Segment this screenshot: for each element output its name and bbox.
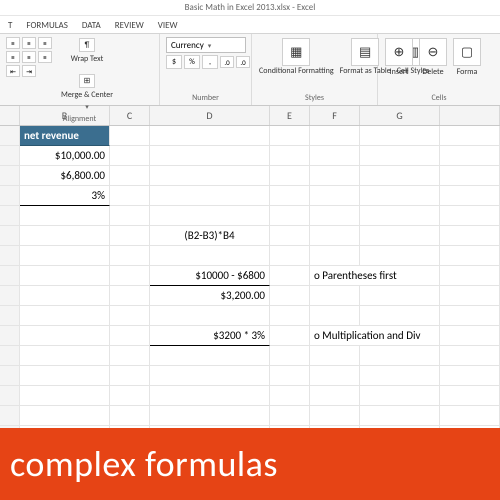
- tab-review[interactable]: REVIEW: [113, 18, 146, 33]
- insert-cells-icon: ⊕: [385, 38, 413, 66]
- cell-d11[interactable]: $3200 * 3%: [150, 326, 270, 346]
- align-middle-icon[interactable]: ≡: [22, 37, 36, 49]
- number-group-label: Number: [166, 93, 245, 103]
- ribbon-tabs: T FORMULAS DATA REVIEW VIEW: [0, 16, 500, 34]
- row-header[interactable]: [0, 266, 20, 286]
- decrease-indent-icon[interactable]: ⇤: [6, 65, 20, 77]
- styles-group-label: Styles: [258, 93, 371, 103]
- format-cells-button[interactable]: ▢ Forma: [452, 37, 482, 78]
- cell-c1[interactable]: [110, 126, 150, 146]
- row-header[interactable]: [0, 166, 20, 186]
- cells-group-label: Cells: [384, 93, 494, 103]
- chevron-down-icon: ▾: [208, 41, 212, 50]
- ribbon-group-styles: ▦ Conditional Formatting ▤ Format as Tab…: [252, 34, 378, 105]
- row-header[interactable]: [0, 206, 20, 226]
- cell-b2[interactable]: $10,000.00: [20, 146, 110, 166]
- insert-cells-button[interactable]: ⊕ Insert: [384, 37, 414, 78]
- row-header[interactable]: [0, 246, 20, 266]
- decrease-decimal-icon[interactable]: .0: [236, 56, 250, 68]
- tab-insert-fragment[interactable]: T: [6, 18, 14, 33]
- video-caption-text: complex formulas: [10, 442, 278, 486]
- currency-icon[interactable]: $: [166, 55, 182, 69]
- align-bottom-icon[interactable]: ≡: [38, 37, 52, 49]
- cell-f8[interactable]: o Parentheses first: [310, 266, 360, 286]
- tab-formulas[interactable]: FORMULAS: [24, 18, 70, 33]
- cell-f11-value: o Multiplication and Div: [314, 329, 420, 342]
- conditional-formatting-label: Conditional Formatting: [259, 67, 334, 75]
- merge-center-icon: ⊞: [79, 74, 95, 88]
- delete-cells-label: Delete: [422, 67, 443, 77]
- video-caption-overlay: complex formulas: [0, 428, 500, 500]
- row-header[interactable]: [0, 146, 20, 166]
- format-cells-icon: ▢: [453, 38, 481, 66]
- column-headers: B C D E F G: [0, 106, 500, 126]
- row-header[interactable]: [0, 306, 20, 326]
- wrap-text-button[interactable]: ¶ Wrap Text: [60, 37, 114, 65]
- conditional-formatting-icon: ▦: [282, 38, 310, 66]
- align-right-icon[interactable]: ≡: [38, 51, 52, 63]
- cell-d8-value: $10000 - $6800: [195, 269, 265, 282]
- increase-indent-icon[interactable]: ⇥: [22, 65, 36, 77]
- cell-d8[interactable]: $10000 - $6800: [150, 266, 270, 286]
- cell-f1[interactable]: [310, 126, 360, 146]
- align-center-icon[interactable]: ≡: [22, 51, 36, 63]
- format-as-table-icon: ▤: [351, 38, 379, 66]
- cell-d9[interactable]: $3,200.00: [150, 286, 270, 306]
- row-header[interactable]: [0, 326, 20, 346]
- cell-b1[interactable]: net revenue: [20, 126, 110, 146]
- insert-cells-label: Insert: [390, 67, 409, 77]
- wrap-text-label: Wrap Text: [71, 54, 104, 64]
- cell-b3[interactable]: $6,800.00: [20, 166, 110, 186]
- row-header[interactable]: [0, 286, 20, 306]
- col-header-b[interactable]: B: [20, 106, 110, 125]
- ribbon: ≡ ≡ ≡ ≡ ≡ ≡ ⇤ ⇥ ¶ Wrap Text: [0, 34, 500, 106]
- comma-icon[interactable]: ,: [202, 55, 218, 69]
- tab-data[interactable]: DATA: [80, 18, 103, 33]
- cell-f11[interactable]: o Multiplication and Div: [310, 326, 360, 346]
- col-header-extra[interactable]: [440, 106, 500, 125]
- align-left-icon[interactable]: ≡: [6, 51, 20, 63]
- conditional-formatting-button[interactable]: ▦ Conditional Formatting: [258, 37, 335, 76]
- cell-b4[interactable]: 3%: [20, 186, 110, 206]
- row-header[interactable]: [0, 226, 20, 246]
- align-top-icon[interactable]: ≡: [6, 37, 20, 49]
- col-header-g[interactable]: G: [360, 106, 440, 125]
- cell-d1[interactable]: [150, 126, 270, 146]
- col-header-c[interactable]: C: [110, 106, 150, 125]
- format-cells-label: Forma: [457, 67, 478, 77]
- window-title: Basic Math in Excel 2013.xlsx - Excel: [185, 2, 316, 13]
- wrap-text-icon: ¶: [79, 38, 95, 52]
- ribbon-group-alignment: ≡ ≡ ≡ ≡ ≡ ≡ ⇤ ⇥ ¶ Wrap Text: [0, 34, 160, 105]
- percent-icon[interactable]: %: [184, 55, 200, 69]
- cell-d6[interactable]: (B2-B3)*B4: [150, 226, 270, 246]
- delete-cells-icon: ⊖: [419, 38, 447, 66]
- col-header-e[interactable]: E: [270, 106, 310, 125]
- row-header[interactable]: [0, 186, 20, 206]
- select-all-corner[interactable]: [0, 106, 20, 125]
- number-format-value: Currency: [171, 40, 204, 51]
- cell-f8-value: o Parentheses first: [314, 269, 397, 282]
- spreadsheet-grid: net revenue $10,000.00 $6,800.00 3%: [0, 126, 500, 446]
- ribbon-group-cells: ⊕ Insert ⊖ Delete ▢ Forma Cells: [378, 34, 500, 105]
- row-header[interactable]: [0, 126, 20, 146]
- tab-view[interactable]: VIEW: [156, 18, 180, 33]
- cell-e1[interactable]: [270, 126, 310, 146]
- increase-decimal-icon[interactable]: .0: [220, 56, 234, 68]
- col-header-f[interactable]: F: [310, 106, 360, 125]
- delete-cells-button[interactable]: ⊖ Delete: [418, 37, 448, 78]
- number-format-combo[interactable]: Currency ▾: [166, 37, 246, 53]
- cell-g1[interactable]: [360, 126, 440, 146]
- ribbon-group-number: Currency ▾ $ % , .0 .0 Number: [160, 34, 252, 105]
- window-titlebar: Basic Math in Excel 2013.xlsx - Excel: [0, 0, 500, 16]
- merge-center-label: Merge & Center: [61, 90, 113, 100]
- col-header-d[interactable]: D: [150, 106, 270, 125]
